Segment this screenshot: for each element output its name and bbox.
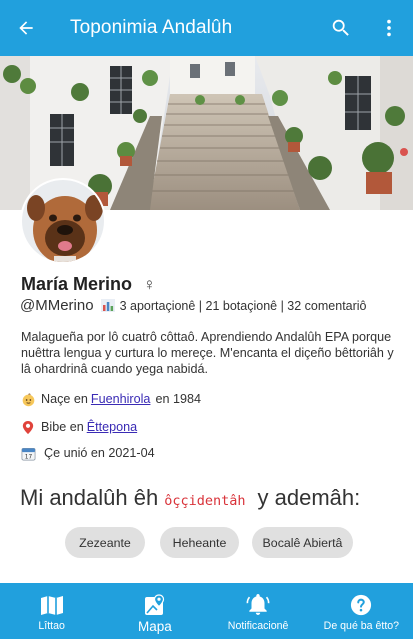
nav-item-notificaciones[interactable]: Notificacionê	[207, 583, 310, 639]
nav-label: De qué ba êtto?	[323, 620, 400, 632]
lives-prefix: Bibe en	[41, 420, 84, 434]
chip-bocale-abierta[interactable]: Bocalê Abiertâ	[252, 527, 353, 558]
chip-zezeante[interactable]: Zezeante	[65, 527, 145, 558]
map-pin-icon	[143, 593, 167, 617]
andaluh-variant-heading: Mi andalûh êh ôççidentâh y ademâh:	[20, 485, 360, 511]
profile-stats: 3 aportaçionê | 21 botaçionê | 32 coment…	[100, 298, 367, 313]
help-icon	[349, 593, 373, 617]
born-prefix: Naçe en	[41, 392, 88, 406]
bar-chart-icon	[100, 299, 115, 312]
avatar[interactable]	[20, 178, 106, 264]
baby-icon	[20, 391, 36, 407]
nav-item-help[interactable]: De qué ba êtto?	[310, 583, 413, 639]
born-place-link[interactable]: Fuenhirola	[91, 392, 151, 406]
profile-name: María Merino	[21, 274, 133, 294]
search-button[interactable]	[317, 0, 365, 56]
variant-code: ôççidentâh	[164, 493, 246, 509]
map-book-icon	[40, 593, 64, 617]
handle-row: @MMerino 3 aportaçionê | 21 botaçionê | …	[20, 297, 367, 314]
svg-text:17: 17	[24, 454, 32, 460]
calendar-icon: 17	[20, 445, 36, 461]
variant-suffix: y ademâh:	[257, 485, 361, 510]
lives-row: Bibe en Êttepona	[20, 419, 142, 435]
born-year: en 1984	[155, 392, 201, 406]
back-button[interactable]	[0, 0, 52, 56]
app-bar: Toponimia Andalûh	[0, 0, 413, 56]
born-row: Naçe en Fuenhirola en 1984	[20, 391, 201, 407]
joined-text: Çe unió en 2021-04	[44, 446, 155, 460]
more-vert-icon	[387, 19, 391, 37]
overflow-menu-button[interactable]	[365, 0, 413, 56]
gender-symbol: ♀	[143, 275, 156, 294]
nav-label: Notificacionê	[227, 620, 289, 632]
variant-prefix: Mi andalûh êh	[20, 485, 159, 510]
dog-avatar-image	[22, 180, 104, 262]
nav-label: Lîttao	[38, 620, 65, 632]
nav-label: Mapa	[137, 619, 172, 634]
nav-item-littao[interactable]: Lîttao	[0, 583, 103, 639]
stats-text: 3 aportaçionê | 21 botaçionê | 32 coment…	[119, 298, 367, 313]
bell-icon	[246, 593, 270, 617]
page-title: Toponimia Andalûh	[70, 17, 233, 38]
profile-name-row: María Merino ♀	[21, 274, 156, 295]
profile-bio: Malagueña por lô cuatrô côttaô. Aprendie…	[21, 330, 394, 376]
profile-handle: @MMerino	[20, 297, 94, 314]
lives-place-link[interactable]: Êttepona	[87, 420, 137, 434]
joined-row: 17 Çe unió en 2021-04	[20, 445, 155, 461]
bottom-navigation: Lîttao Mapa Notificacionê De qué ba êtto…	[0, 583, 413, 639]
arrow-back-icon	[19, 21, 33, 35]
nav-item-mapa[interactable]: Mapa	[103, 583, 206, 639]
pin-icon	[20, 419, 36, 435]
search-icon	[332, 19, 349, 36]
chip-heheante[interactable]: Heheante	[160, 527, 239, 558]
